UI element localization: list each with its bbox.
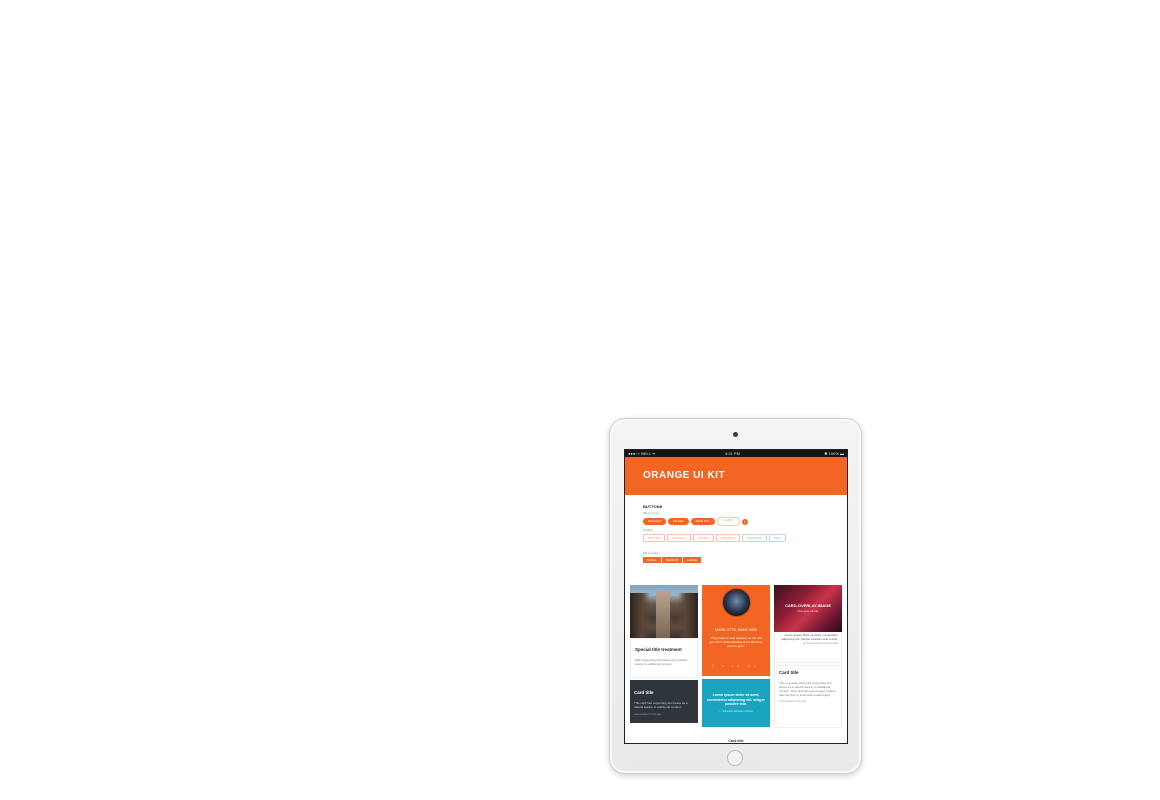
outline-action-button[interactable]: ACTION [692, 534, 714, 542]
ghost-pill-button[interactable]: GHOST [717, 517, 740, 526]
square-label: Pill you like [643, 551, 659, 555]
avatar [722, 588, 751, 617]
card-title: Card title [779, 670, 799, 675]
pilled-button[interactable]: PILLED [668, 518, 689, 525]
status-bar: ●●●○○ BELL ᯤ 4:21 PM ✱ 100% ▬ [625, 450, 847, 457]
card-footer: Last updated 3 mins ago [634, 713, 662, 716]
card-title: Card title [634, 690, 654, 695]
outline-label: Outline [643, 528, 653, 532]
profile-card[interactable]: MARK OTTO, MAKE WEB “They need to stop s… [702, 585, 770, 676]
cards-column-3: CARD-OVERLAY-IMAGE Here goes sub-title L… [774, 585, 842, 728]
small-button[interactable]: SMALL [643, 557, 661, 563]
outline-button[interactable]: BUTTON [643, 534, 666, 542]
city-photo [630, 585, 698, 638]
card-footer: Last updated 3 mins ago [779, 700, 807, 703]
outline-success-button[interactable]: SUCCESS [742, 534, 767, 542]
hero-banner: ORANGE UI KIT [625, 457, 847, 495]
social-icons[interactable]: 𝕥 f in G+ [702, 664, 770, 668]
quote-card: Lorem ipsum dolor sit amet, consectetur … [774, 632, 842, 663]
outline-default-button[interactable]: DEFAULT [667, 534, 691, 542]
outline-info-button[interactable]: INFO [768, 534, 786, 542]
section-title: BUTTONS [643, 504, 663, 509]
overlay-subtitle: Here goes sub-title [797, 610, 819, 613]
image-card[interactable]: Special title treatment With supporting … [630, 638, 698, 678]
pill-label: Pill you love [643, 511, 660, 515]
large-button[interactable]: LARGE [683, 557, 702, 563]
cards-column-2: MARK OTTO, MAKE WEB “They need to stop s… [702, 585, 770, 743]
outline-button-row: BUTTON DEFAULT ACTION WARNING SUCCESS IN… [643, 534, 829, 542]
quote-text: Lorem ipsum dolor sit amet, consectetur … [781, 633, 838, 641]
outline-warning-button[interactable]: WARNING [715, 534, 741, 542]
pill-button-row: DEFAULT PILLED ICON PILL GHOST × [643, 517, 829, 526]
card-title: Special title treatment [635, 647, 682, 652]
camera-icon [733, 432, 738, 437]
quote-text: Lorem ipsum dolor sit amet, consectetur … [707, 693, 765, 706]
card-partial[interactable]: Card title [702, 739, 770, 743]
carrier-signal: ●●●○○ BELL ᯤ [628, 451, 656, 456]
size-button-row: SMALL MEDIUM LARGE [643, 557, 829, 563]
ipad-device: ●●●○○ BELL ᯤ 4:21 PM ✱ 100% ▬ ORANGE UI … [609, 418, 862, 774]
cards-column-1: Special title treatment With supporting … [630, 585, 698, 723]
profile-quote: “They need to stop sleeping on me and ge… [709, 636, 763, 648]
icon-pill-button[interactable]: ICON PILL [690, 518, 716, 525]
quote-source: — Someone famous in source title [799, 642, 838, 645]
default-pill-button[interactable]: DEFAULT [643, 518, 667, 525]
device-screen: ●●●○○ BELL ᯤ 4:21 PM ✱ 100% ▬ ORANGE UI … [624, 449, 848, 744]
overlay-title: CARD-OVERLAY-IMAGE [784, 603, 832, 608]
page-title: ORANGE UI KIT [643, 470, 726, 481]
close-round-button[interactable]: × [741, 518, 748, 525]
clock: 4:21 PM [725, 451, 740, 456]
text-card[interactable]: Card title This is a wider card with sup… [774, 665, 842, 728]
card-title: Card title [728, 739, 744, 743]
card-text: With supporting text below as a natural … [635, 658, 687, 666]
home-button[interactable] [727, 750, 743, 766]
teal-quote-card[interactable]: Lorem ipsum dolor sit amet, consectetur … [702, 679, 770, 727]
card-text: This is a wider card with supporting tex… [779, 681, 836, 697]
dark-card[interactable]: Card title This card has supporting text… [630, 680, 698, 723]
card-text: This card has supporting text below as a… [634, 701, 688, 709]
battery-status: ✱ 100% ▬ [824, 451, 844, 456]
quote-source: — Someone famous in source [719, 709, 753, 713]
overlay-image-card[interactable]: CARD-OVERLAY-IMAGE Here goes sub-title [774, 585, 842, 632]
medium-button[interactable]: MEDIUM [661, 557, 683, 563]
buttons-section: BUTTONS Pill you love DEFAULT PILLED ICO… [625, 504, 847, 563]
profile-name: MARK OTTO, MAKE WEB [715, 628, 757, 632]
